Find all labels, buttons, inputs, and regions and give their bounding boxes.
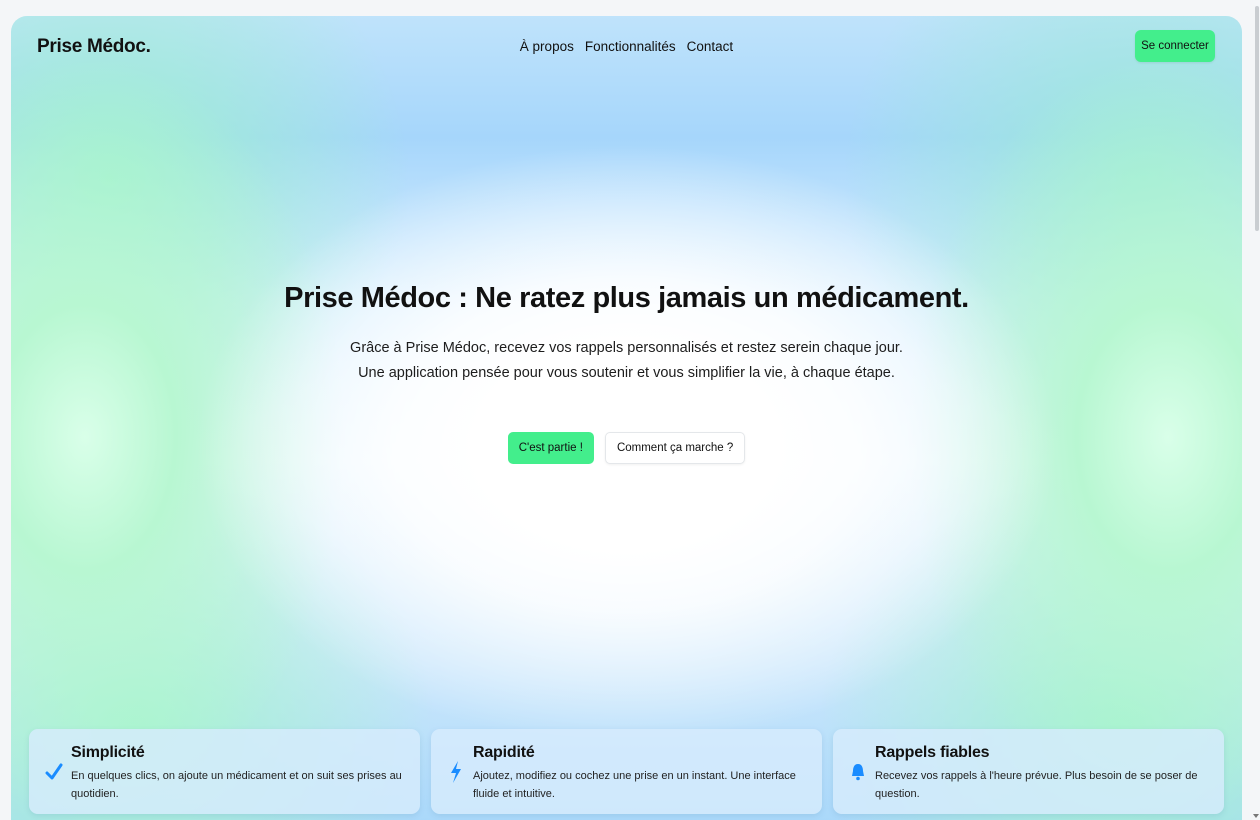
nav-link-contact[interactable]: Contact	[687, 39, 734, 54]
feature-description: Ajoutez, modifiez ou cochez une prise en…	[473, 770, 796, 800]
scrollbar-thumb[interactable]	[1255, 6, 1259, 231]
feature-title: Simplicité	[71, 744, 145, 761]
feature-cards: Simplicité En quelques clics, on ajoute …	[29, 729, 1224, 814]
hero-subtitle-line-2: Une application pensée pour vous souteni…	[358, 365, 895, 381]
scroll-down-arrow-icon[interactable]	[1253, 814, 1259, 818]
nav-link-features[interactable]: Fonctionnalités	[585, 39, 676, 54]
get-started-button[interactable]: C'est partie !	[507, 432, 594, 464]
feature-card-simplicity: Simplicité En quelques clics, on ajoute …	[29, 729, 420, 814]
bell-icon	[849, 761, 867, 783]
feature-title: Rapidité	[473, 744, 535, 761]
page-frame: Prise Médoc. À propos Fonctionnalités Co…	[11, 16, 1242, 820]
nav-link-about[interactable]: À propos	[520, 39, 574, 54]
login-button[interactable]: Se connecter	[1135, 30, 1215, 62]
feature-description: Recevez vos rappels à l'heure prévue. Pl…	[875, 770, 1198, 800]
feature-card-reminders: Rappels fiables Recevez vos rappels à l'…	[833, 729, 1224, 814]
lightning-icon	[447, 761, 465, 783]
hero-actions: C'est partie ! Comment ça marche ?	[11, 432, 1242, 464]
feature-card-speed: Rapidité Ajoutez, modifiez ou cochez une…	[431, 729, 822, 814]
scrollbar[interactable]	[1252, 0, 1260, 820]
how-it-works-button[interactable]: Comment ça marche ?	[604, 432, 746, 464]
feature-description: En quelques clics, on ajoute un médicame…	[71, 770, 402, 800]
hero-subtitle-line-1: Grâce à Prise Médoc, recevez vos rappels…	[350, 340, 903, 356]
checkmark-icon	[45, 761, 63, 783]
main-nav: À propos Fonctionnalités Contact	[11, 39, 1242, 54]
feature-title: Rappels fiables	[875, 744, 990, 761]
hero-title: Prise Médoc : Ne ratez plus jamais un mé…	[284, 282, 969, 314]
hero-subtitle: Grâce à Prise Médoc, recevez vos rappels…	[11, 336, 1242, 386]
